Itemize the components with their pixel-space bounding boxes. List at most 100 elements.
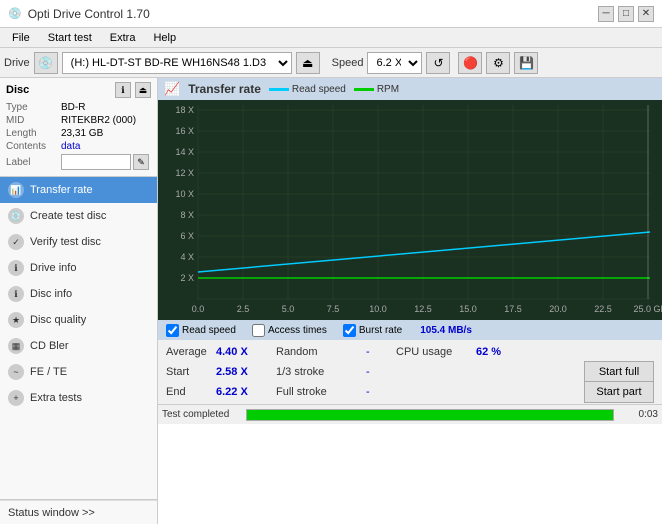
stats-row-2: Start 2.58 X 1/3 stroke - Start full [166, 362, 654, 382]
nav-icon-disc: ℹ [8, 286, 24, 302]
nav-label-quality: Disc quality [30, 314, 86, 326]
refresh-speed-btn[interactable]: ↺ [426, 52, 450, 74]
drive-toolbar: Drive 💿 (H:) HL-DT-ST BD-RE WH16NS48 1.D… [0, 48, 662, 78]
disc-label-row: Label ✎ [6, 154, 151, 170]
menu-start-test[interactable]: Start test [40, 30, 100, 46]
nav-verify-test-disc[interactable]: ✓ Verify test disc [0, 229, 157, 255]
menu-file[interactable]: File [4, 30, 38, 46]
burst-rate-value: 105.4 MB/s [420, 325, 472, 336]
eject-button[interactable]: ⏏ [296, 52, 320, 74]
end-value: 6.22 X [216, 386, 276, 398]
nav-create-test-disc[interactable]: 💿 Create test disc [0, 203, 157, 229]
nav-cd-bler[interactable]: ▦ CD Bler [0, 333, 157, 359]
maximize-button[interactable]: □ [618, 6, 634, 22]
nav-label-verify: Verify test disc [30, 236, 101, 248]
close-button[interactable]: ✕ [638, 6, 654, 22]
drive-select[interactable]: (H:) HL-DT-ST BD-RE WH16NS48 1.D3 [62, 52, 292, 74]
menu-help[interactable]: Help [145, 30, 184, 46]
legend-rpm-label: RPM [377, 84, 399, 95]
nav-drive-info[interactable]: ℹ Drive info [0, 255, 157, 281]
menu-extra[interactable]: Extra [102, 30, 144, 46]
disc-header: Disc ℹ ⏏ [6, 82, 151, 98]
avg-label: Average [166, 346, 216, 358]
app-icon: 💿 [8, 7, 22, 20]
random-label: Random [276, 346, 366, 358]
nav-extra-tests[interactable]: + Extra tests [0, 385, 157, 411]
disc-info-btn[interactable]: ℹ [115, 82, 131, 98]
chart-title: Transfer rate [188, 82, 261, 96]
progress-container [246, 409, 614, 421]
disc-type-row: Type BD-R [6, 102, 151, 113]
nav-disc-quality[interactable]: ★ Disc quality [0, 307, 157, 333]
chart-icon: 📈 [164, 81, 180, 97]
disc-type-label: Type [6, 102, 61, 113]
stats-row-3: End 6.22 X Full stroke - Start part [166, 382, 654, 402]
status-text: Test completed [162, 409, 242, 420]
svg-text:10 X: 10 X [175, 189, 194, 199]
cb-read-speed-label: Read speed [182, 325, 236, 336]
svg-text:14 X: 14 X [175, 147, 194, 157]
content-area: 📈 Transfer rate Read speed RPM [158, 78, 662, 524]
chart-header: 📈 Transfer rate Read speed RPM [158, 78, 662, 100]
start-part-button[interactable]: Start part [584, 381, 654, 403]
disc-eject-btn[interactable]: ⏏ [135, 82, 151, 98]
svg-text:15.0: 15.0 [459, 304, 477, 314]
speed-select[interactable]: 6.2 X [367, 52, 422, 74]
status-window-label: Status window >> [8, 507, 95, 519]
svg-text:16 X: 16 X [175, 126, 194, 136]
nav-label-drive: Drive info [30, 262, 76, 274]
disc-length-value: 23,31 GB [61, 128, 103, 139]
start-full-button[interactable]: Start full [584, 361, 654, 383]
svg-text:5.0: 5.0 [282, 304, 295, 314]
svg-text:6 X: 6 X [180, 231, 194, 241]
nav-status-window[interactable]: Status window >> [0, 500, 157, 524]
stats-row-1: Average 4.40 X Random - CPU usage 62 % [166, 342, 654, 362]
legend-rpm-color [354, 88, 374, 91]
stroke13-value: - [366, 366, 396, 378]
disc-label-input[interactable] [61, 154, 131, 170]
toolbar-btn2[interactable]: ⚙ [486, 52, 510, 74]
cpu-label: CPU usage [396, 346, 476, 358]
svg-text:2 X: 2 X [180, 273, 194, 283]
disc-type-value: BD-R [61, 102, 85, 113]
disc-mid-value: RITEKBR2 (000) [61, 115, 136, 126]
nav-label-extra: Extra tests [30, 392, 82, 404]
nav-icon-fe-te: ~ [8, 364, 24, 380]
toolbar-btn1[interactable]: 🔴 [458, 52, 482, 74]
svg-text:0.0: 0.0 [192, 304, 205, 314]
titlebar-controls: ─ □ ✕ [598, 6, 654, 22]
svg-text:22.5: 22.5 [594, 304, 612, 314]
nav-disc-info[interactable]: ℹ Disc info [0, 281, 157, 307]
label-edit-btn[interactable]: ✎ [133, 154, 149, 170]
svg-text:7.5: 7.5 [327, 304, 340, 314]
minimize-button[interactable]: ─ [598, 6, 614, 22]
nav-fe-te[interactable]: ~ FE / TE [0, 359, 157, 385]
nav-label-create: Create test disc [30, 210, 106, 222]
disc-mid-label: MID [6, 115, 61, 126]
cpu-value: 62 % [476, 346, 546, 358]
full-stroke-value: - [366, 386, 396, 398]
svg-text:20.0: 20.0 [549, 304, 567, 314]
time-text: 0:03 [618, 409, 658, 420]
toolbar-btn3[interactable]: 💾 [514, 52, 538, 74]
disc-icons: ℹ ⏏ [115, 82, 151, 98]
legend-read-speed: Read speed [269, 84, 346, 95]
start-label: Start [166, 366, 216, 378]
nav-icon-extra: + [8, 390, 24, 406]
svg-text:25.0 GB: 25.0 GB [633, 304, 662, 314]
svg-text:12 X: 12 X [175, 168, 194, 178]
cb-burst-rate-input[interactable] [343, 324, 356, 337]
disc-mid-row: MID RITEKBR2 (000) [6, 115, 151, 126]
chart-svg-wrap: 18 X 16 X 14 X 12 X 10 X 8 X 6 X 4 X 2 X… [158, 100, 662, 320]
disc-length-label: Length [6, 128, 61, 139]
svg-text:18 X: 18 X [175, 105, 194, 115]
nav-icon-drive: ℹ [8, 260, 24, 276]
cb-access-times-input[interactable] [252, 324, 265, 337]
titlebar-left: 💿 Opti Drive Control 1.70 [8, 7, 150, 21]
avg-value: 4.40 X [216, 346, 276, 358]
titlebar-title: Opti Drive Control 1.70 [28, 7, 150, 21]
nav-transfer-rate[interactable]: 📊 Transfer rate [0, 177, 157, 203]
cb-read-speed-input[interactable] [166, 324, 179, 337]
full-stroke-label: Full stroke [276, 386, 366, 398]
status-area: Status window >> [0, 499, 157, 524]
